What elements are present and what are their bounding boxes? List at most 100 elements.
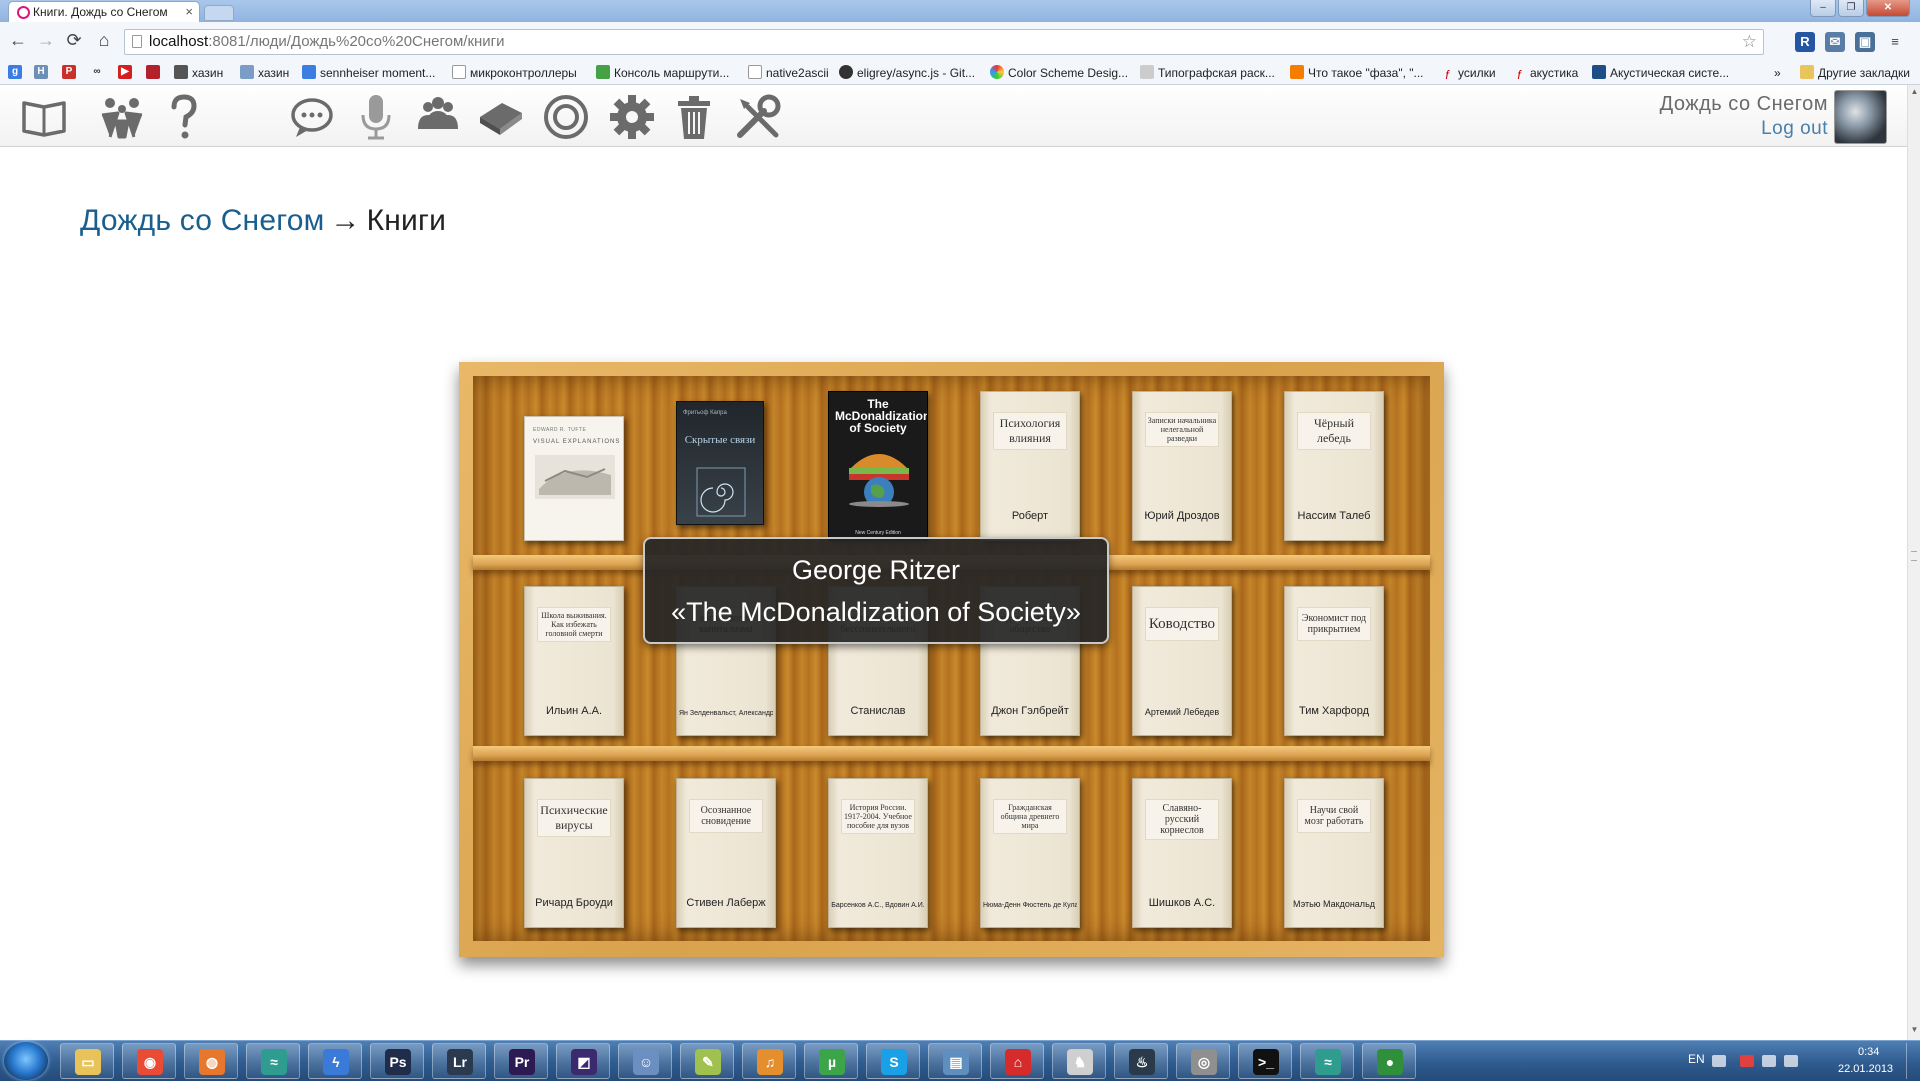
book-cover[interactable]: История России. 1917-2004. Учебное пособ…: [828, 778, 928, 928]
book-cover[interactable]: Гражданская община древнего мира Нюма-Ден…: [980, 778, 1080, 928]
taskbar-finder-button[interactable]: ☺: [618, 1043, 672, 1079]
taskbar-utorrent-button[interactable]: µ: [804, 1043, 858, 1079]
taskbar-dreamweaver-button[interactable]: ≈: [246, 1043, 300, 1079]
taskbar-after-effects-button[interactable]: ◩: [556, 1043, 610, 1079]
taskbar-skype-button[interactable]: S: [866, 1043, 920, 1079]
bookmark-item[interactable]: Консоль маршрути...: [596, 65, 729, 81]
language-indicator[interactable]: EN: [1688, 1052, 1705, 1066]
bookmark-item[interactable]: Color Scheme Desig...: [990, 65, 1128, 81]
book-cover[interactable]: EDWARD R. TUFTE VISUAL EXPLANATIONS: [524, 416, 624, 541]
bookmark-item[interactable]: хазин: [240, 65, 289, 81]
bookmark-item[interactable]: Типографская раск...: [1140, 65, 1275, 81]
close-window-button[interactable]: ✕: [1866, 0, 1910, 17]
scroll-grip[interactable]: [1911, 551, 1917, 561]
taskbar-dreamweaver2-button[interactable]: ≈: [1300, 1043, 1354, 1079]
address-bar[interactable]: localhost:8081/люди/Дождь%20со%20Снегом/…: [124, 29, 1764, 55]
book-cover[interactable]: The McDonaldization of Society New Centur…: [828, 391, 928, 541]
book-cover[interactable]: Записки начальника нелегальной разведки Ю…: [1132, 391, 1232, 541]
bookmarks-overflow-icon[interactable]: »: [1774, 65, 1781, 81]
youtube-bookmark-icon[interactable]: ▶: [118, 65, 132, 79]
start-button[interactable]: [4, 1042, 48, 1080]
h-bookmark-icon[interactable]: H: [34, 65, 48, 79]
mail-icon[interactable]: ✉: [1825, 32, 1845, 52]
taskbar-explorer-button[interactable]: ▭: [60, 1043, 114, 1079]
page-scrollbar[interactable]: ▲ ▼: [1907, 85, 1920, 1040]
maximize-button[interactable]: ❐: [1838, 0, 1864, 17]
keyboard-tray-icon[interactable]: [1712, 1055, 1726, 1067]
red-bookmark-icon[interactable]: [146, 65, 160, 79]
minimize-button[interactable]: –: [1810, 0, 1836, 17]
book-cover[interactable]: Фритьоф Капра Скрытые связи: [676, 401, 764, 525]
new-tab-button[interactable]: [204, 5, 234, 21]
user-name[interactable]: Дождь со Снегом: [1660, 93, 1828, 116]
clock-time[interactable]: 0:34: [1858, 1046, 1879, 1058]
pp-bookmark-icon[interactable]: P: [62, 65, 76, 79]
people-icon[interactable]: [98, 93, 146, 141]
network-tray-icon[interactable]: [1762, 1055, 1776, 1067]
bookmark-item[interactable]: хазин: [174, 65, 223, 81]
book-cover[interactable]: Ководство Артемий Лебедев: [1132, 586, 1232, 736]
taskbar-lightroom-button[interactable]: Lr: [432, 1043, 486, 1079]
trash-icon[interactable]: [670, 93, 718, 141]
bookmark-item[interactable]: f акустика: [1512, 65, 1578, 82]
flag-tray-icon[interactable]: [1740, 1055, 1754, 1067]
taskbar-chrome-button[interactable]: ◉: [122, 1043, 176, 1079]
extension-r-icon[interactable]: R: [1795, 32, 1815, 52]
taskbar-terminal-button[interactable]: >_: [1238, 1043, 1292, 1079]
forward-arrow-icon[interactable]: →: [34, 30, 58, 51]
bookmark-item[interactable]: Что такое "фаза", "...: [1290, 65, 1424, 81]
book-cover[interactable]: Психические вирусы Ричард Броуди: [524, 778, 624, 928]
menu-icon[interactable]: ≡: [1885, 32, 1905, 52]
taskbar-remote-button[interactable]: ▤: [928, 1043, 982, 1079]
volume-tray-icon[interactable]: [1784, 1055, 1798, 1067]
taskbar-premiere-button[interactable]: Pr: [494, 1043, 548, 1079]
chat-icon[interactable]: [288, 93, 336, 141]
scroll-down-icon[interactable]: ▼: [1910, 1025, 1919, 1034]
books-icon[interactable]: [20, 93, 68, 141]
other-bookmarks-folder[interactable]: Другие закладки: [1800, 65, 1910, 81]
help-icon[interactable]: [160, 93, 208, 141]
infinity-bookmark-icon[interactable]: ∞: [90, 65, 104, 79]
logout-link[interactable]: Log out: [1761, 118, 1828, 140]
google-bookmark-icon[interactable]: g: [8, 65, 22, 79]
bookmark-item[interactable]: микроконтроллеры: [452, 65, 577, 81]
bookmark-item[interactable]: eligrey/async.js - Git...: [839, 65, 975, 81]
taskbar-winamp-button[interactable]: ♫: [742, 1043, 796, 1079]
book-cover[interactable]: Психология влияния Роберт: [980, 391, 1080, 541]
taskbar-mongo-button[interactable]: ●: [1362, 1043, 1416, 1079]
bookmark-star-icon[interactable]: ☆: [1742, 30, 1757, 54]
taskbar-editor-button[interactable]: ✎: [680, 1043, 734, 1079]
back-arrow-icon[interactable]: ←: [6, 30, 30, 51]
reload-icon[interactable]: ⟳: [62, 30, 86, 51]
bookmark-item[interactable]: f усилки: [1440, 65, 1495, 82]
tools-icon[interactable]: [734, 93, 782, 141]
taskbar-photoshop-button[interactable]: Ps: [370, 1043, 424, 1079]
taskbar-firefox-button[interactable]: ◍: [184, 1043, 238, 1079]
book-cover[interactable]: Экономист под прикрытием Тим Харфорд: [1284, 586, 1384, 736]
book-cover[interactable]: Научи свой мозг работать Мэтью Макдональд: [1284, 778, 1384, 928]
taskbar-thunder-button[interactable]: ϟ: [308, 1043, 362, 1079]
breadcrumb-user-link[interactable]: Дождь со Снегом: [80, 204, 324, 237]
book-cover[interactable]: Славяно-русский корнеслов Шишков А.С.: [1132, 778, 1232, 928]
book-cover[interactable]: Школа выживания. Как избежать головной с…: [524, 586, 624, 736]
target-icon[interactable]: [542, 93, 590, 141]
taskbar-acrobat-button[interactable]: ⌂: [990, 1043, 1044, 1079]
gear-icon[interactable]: [608, 93, 656, 141]
browser-tab-active[interactable]: Книги. Дождь со Снегом ×: [8, 1, 200, 22]
bookmark-item[interactable]: sennheiser moment...: [302, 65, 435, 81]
microphone-icon[interactable]: [352, 93, 400, 141]
tab-close-icon[interactable]: ×: [185, 2, 193, 22]
show-desktop-button[interactable]: [1906, 1043, 1919, 1079]
group-icon[interactable]: [414, 93, 462, 141]
book-icon[interactable]: [476, 93, 524, 141]
home-icon[interactable]: ⌂: [92, 30, 116, 51]
bookmark-item[interactable]: Акустическая систе...: [1592, 65, 1729, 81]
clock-date[interactable]: 22.01.2013: [1838, 1063, 1893, 1075]
scroll-up-icon[interactable]: ▲: [1910, 87, 1919, 96]
taskbar-steam-button[interactable]: ♨: [1114, 1043, 1168, 1079]
taskbar-alien-button[interactable]: ♞: [1052, 1043, 1106, 1079]
taskbar-media-button[interactable]: ◎: [1176, 1043, 1230, 1079]
bookmark-item[interactable]: native2ascii: [748, 65, 829, 81]
extension-window-icon[interactable]: ▣: [1855, 32, 1875, 52]
book-cover[interactable]: Чёрный лебедь Нассим Талеб: [1284, 391, 1384, 541]
